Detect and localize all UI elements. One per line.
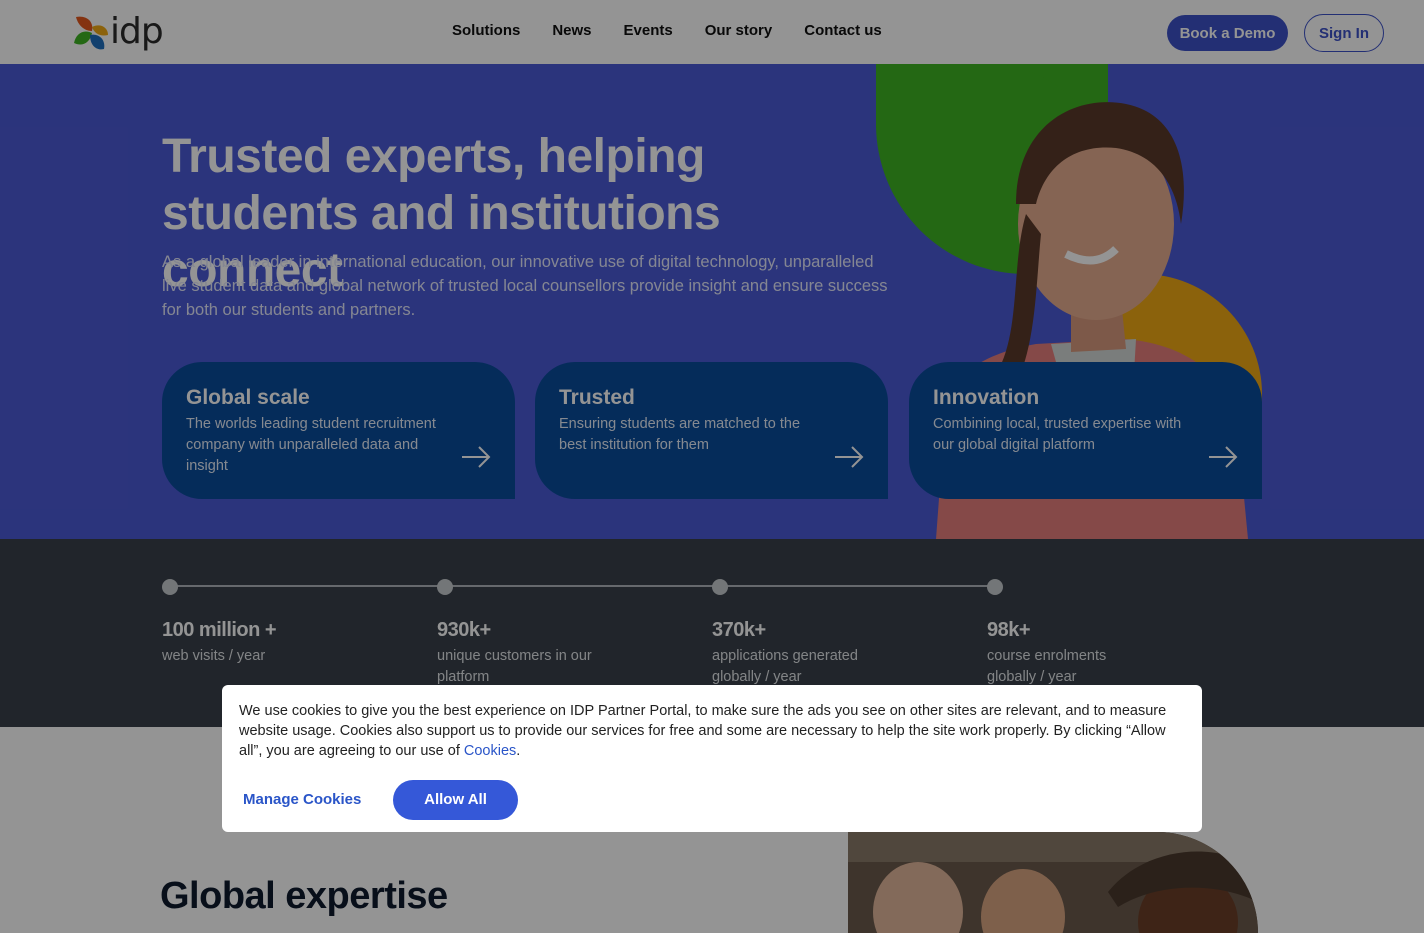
cookie-message: We use cookies to give you the best expe… xyxy=(239,701,1186,761)
cookie-suffix: . xyxy=(516,743,521,759)
manage-cookies-button[interactable]: Manage Cookies xyxy=(243,791,361,808)
allow-all-button[interactable]: Allow All xyxy=(393,780,518,820)
cookie-text: We use cookies to give you the best expe… xyxy=(239,703,1167,759)
cookie-consent-dialog: We use cookies to give you the best expe… xyxy=(222,685,1202,832)
cookies-link[interactable]: Cookies xyxy=(464,743,516,759)
